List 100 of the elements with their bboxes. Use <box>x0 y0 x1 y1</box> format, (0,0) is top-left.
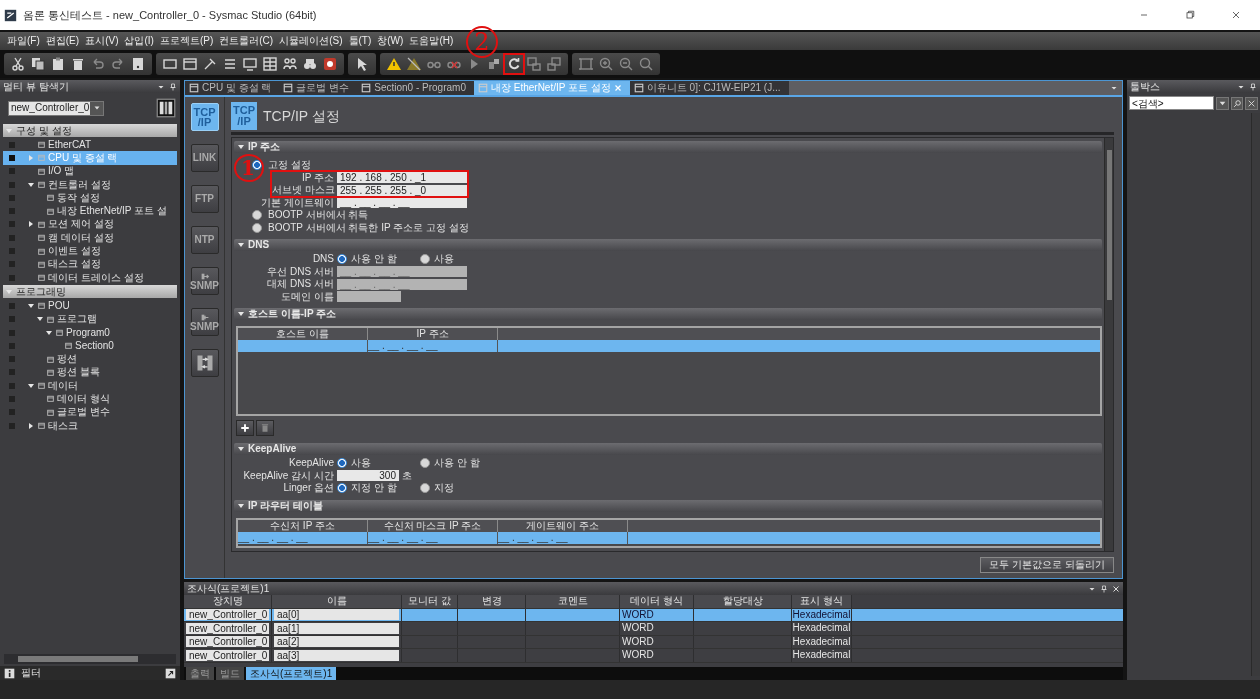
lines-icon[interactable] <box>222 56 238 72</box>
delete-button[interactable] <box>256 420 274 436</box>
windows-icon[interactable] <box>546 56 562 72</box>
clipboard-icon[interactable] <box>50 56 66 72</box>
menu-item[interactable]: 툴(T) <box>345 35 375 47</box>
scrollbar[interactable] <box>4 654 176 664</box>
editor-tab[interactable]: Section0 - Program0 <box>357 81 474 95</box>
radio-button[interactable] <box>337 254 347 264</box>
dropdown-button[interactable] <box>1216 96 1229 110</box>
menu-item[interactable]: 파일(F) <box>4 35 43 47</box>
editor-tab[interactable]: 이유니트 0]: CJ1W-EIP21 (J... <box>629 81 789 95</box>
input-field[interactable]: 255 . 255 . 255 . _0 <box>337 184 467 196</box>
radio-button[interactable] <box>337 483 347 493</box>
menu-item[interactable]: 창(W) <box>374 35 407 47</box>
menu-item[interactable]: 편집(E) <box>42 35 83 47</box>
trash-icon[interactable] <box>70 56 86 72</box>
editor-tab[interactable]: 글로벌 변수 <box>279 81 358 95</box>
refresh-icon[interactable] <box>506 56 522 72</box>
pin-icon[interactable] <box>169 82 177 91</box>
panel-tab[interactable]: 빌드 <box>216 667 244 680</box>
tree-section-header[interactable]: 프로그래밍 <box>3 285 177 299</box>
scrollbar[interactable] <box>1104 138 1113 551</box>
zoom-out-icon[interactable] <box>618 56 634 72</box>
section-header[interactable]: IP 라우터 테이블 <box>234 499 1102 512</box>
tree-item[interactable]: 모션 제어 설정 <box>3 217 177 232</box>
crossed-warning-icon[interactable] <box>406 56 422 72</box>
zoom-icon[interactable] <box>638 56 654 72</box>
editor-tab[interactable]: CPU 및 증설 랙 <box>185 81 280 95</box>
pin-icon[interactable] <box>1100 584 1108 593</box>
tree-item[interactable]: 데이터 트레이스 설정 <box>3 270 177 285</box>
people-icon[interactable] <box>282 56 298 72</box>
caret-down-icon[interactable] <box>237 310 245 318</box>
section-header[interactable]: 호스트 이름-IP 주소 <box>234 308 1102 320</box>
dropdown-button[interactable] <box>90 101 103 115</box>
add-button[interactable] <box>236 420 254 436</box>
search-field[interactable]: <검색> <box>1129 96 1215 110</box>
caret-down-icon[interactable] <box>27 180 35 189</box>
tree-item[interactable]: 펑션 블록 <box>3 365 177 380</box>
tree-item[interactable]: 태스크 설정 <box>3 257 177 271</box>
side-tab-button[interactable]: FTP <box>190 185 219 213</box>
alert-square-icon[interactable] <box>322 56 338 72</box>
controller-dropdown[interactable]: new_Controller_0 <box>8 100 104 116</box>
tree-item[interactable]: 태스크 <box>3 418 177 433</box>
hammer-icon[interactable] <box>202 56 218 72</box>
tree-item[interactable]: 이벤트 설정 <box>3 244 177 258</box>
scissors-icon[interactable] <box>10 56 26 72</box>
caret-right-icon[interactable] <box>27 421 35 430</box>
side-tab-button[interactable]: SNMP <box>190 308 219 336</box>
tree-item[interactable]: I/O 맵 <box>3 164 177 178</box>
input-field[interactable]: 300 <box>337 470 399 481</box>
side-tab-button[interactable]: SNMP <box>190 267 219 295</box>
search-button[interactable] <box>1230 96 1244 110</box>
table-row[interactable]: new_Controller_0 aa[2] WORD Hexadecimal <box>184 635 1123 649</box>
radio-button[interactable] <box>420 254 430 264</box>
menu-item[interactable]: 프로젝트(P) <box>156 35 217 47</box>
tree-item[interactable]: 글로벌 변수 <box>3 405 177 419</box>
side-tab-button[interactable] <box>190 349 219 377</box>
tree-item[interactable]: 데이터 형식 <box>3 392 177 406</box>
section-header[interactable]: DNS <box>234 239 1102 251</box>
side-tab-button[interactable]: NTP <box>190 226 219 254</box>
tree-item[interactable]: EtherCAT <box>3 138 177 152</box>
caret-down-icon[interactable] <box>27 381 35 390</box>
caret-down-icon[interactable] <box>237 241 245 249</box>
radio-button[interactable] <box>252 222 262 233</box>
caret-down-icon[interactable] <box>27 301 35 310</box>
caret-down-icon[interactable] <box>237 501 245 510</box>
popout-icon[interactable] <box>165 667 176 679</box>
side-tab-button[interactable]: LINK <box>190 144 219 172</box>
tree-item[interactable]: Section0 <box>3 339 177 353</box>
zoom-in-icon[interactable] <box>598 56 614 72</box>
menu-item[interactable]: 표시(V) <box>82 35 122 47</box>
table-row[interactable]: new_Controller_0 aa[1] WORD Hexadecimal <box>184 622 1123 636</box>
box-icon[interactable] <box>162 56 178 72</box>
input-field[interactable]: 192 . 168 . 250 . _1 <box>337 172 467 183</box>
reset-defaults-button[interactable]: 모두 기본값으로 되돌리기 <box>980 557 1114 573</box>
pin-icon[interactable] <box>1249 82 1257 91</box>
menu-item[interactable]: 시뮬레이션(S) <box>276 35 346 47</box>
section-header[interactable]: KeepAlive <box>234 443 1102 455</box>
clear-button[interactable] <box>1245 96 1258 110</box>
caret-down-icon[interactable] <box>237 143 245 151</box>
table-row[interactable]: __ . __ . __ . __ <box>238 340 1100 352</box>
tree-item[interactable]: 프로그램 <box>3 312 177 326</box>
table-icon[interactable] <box>262 56 278 72</box>
input-field[interactable]: __ . __ . __ . __ <box>337 197 467 208</box>
warning-icon[interactable] <box>386 56 402 72</box>
menu-item[interactable]: 도움말(H) <box>406 35 457 47</box>
copy-icon[interactable] <box>30 56 46 72</box>
radio-button[interactable] <box>252 160 262 170</box>
tree-item[interactable]: 캠 데이터 설정 <box>3 231 177 245</box>
page-icon[interactable] <box>130 56 146 72</box>
radio-button[interactable] <box>420 483 430 493</box>
tree-item[interactable]: 내장 EtherNet/IP 포트 설 <box>3 204 177 218</box>
blocks-icon[interactable] <box>486 56 502 72</box>
caret-down-icon[interactable] <box>237 445 245 453</box>
dropdown-arrow-icon[interactable] <box>1110 84 1118 92</box>
frame-icon[interactable] <box>578 56 594 72</box>
close-icon[interactable] <box>1112 584 1120 593</box>
caret-right-icon[interactable] <box>27 220 35 229</box>
radio-button[interactable] <box>337 458 347 468</box>
tree-section-header[interactable]: 구성 및 설정 <box>3 124 177 137</box>
